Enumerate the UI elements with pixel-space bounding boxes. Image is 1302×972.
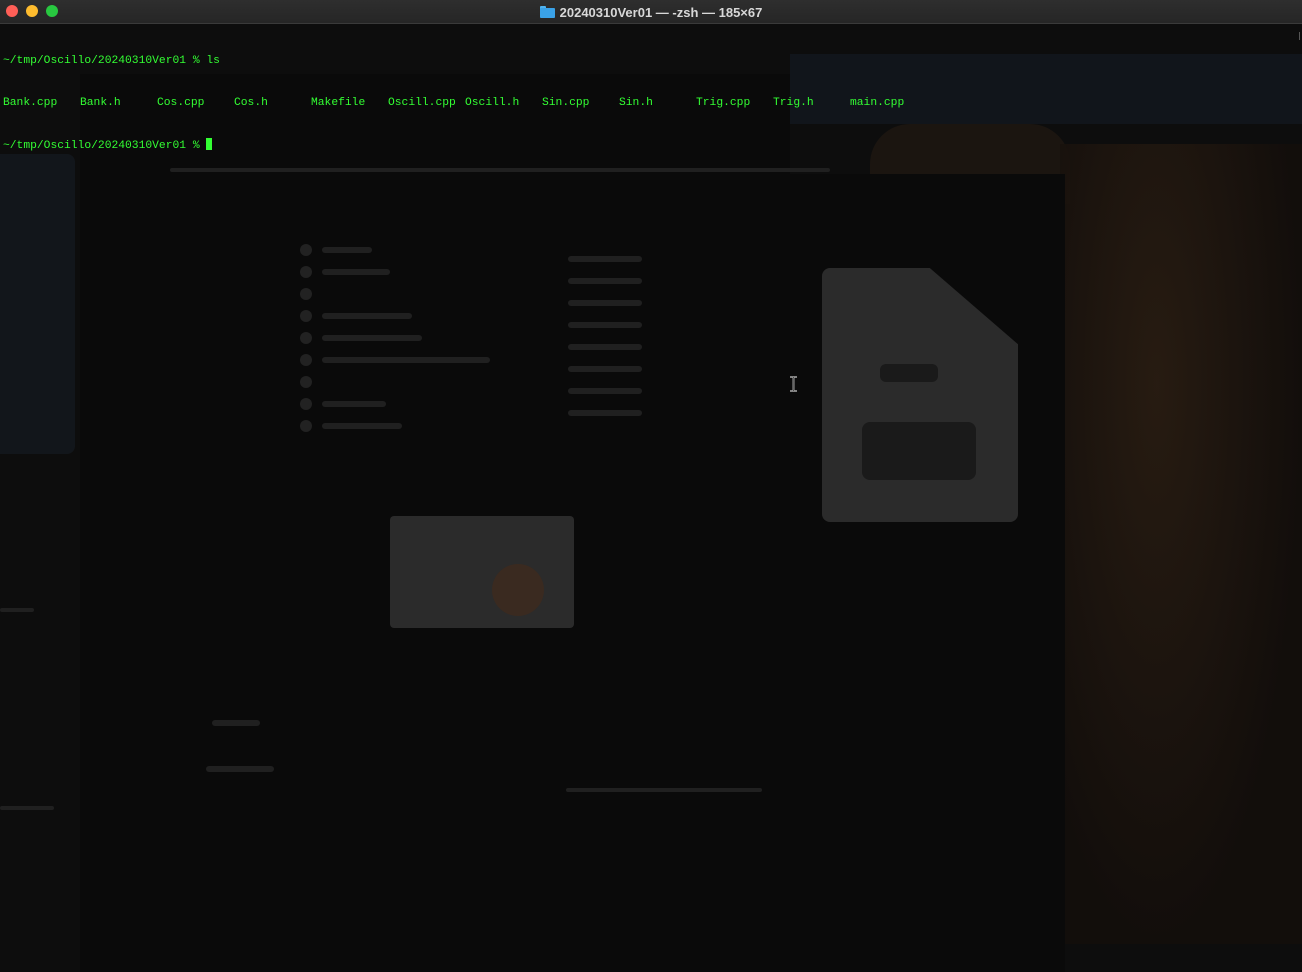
- background-bullet: [300, 376, 312, 388]
- file-name: Oscill.cpp: [388, 97, 456, 109]
- background-bullet: [300, 398, 312, 410]
- background-text-line: [206, 766, 274, 772]
- background-bullet: [300, 310, 312, 322]
- background-bullet: [300, 354, 312, 366]
- background-text-line: [566, 788, 762, 792]
- background-text-line: [568, 366, 642, 372]
- terminal-output[interactable]: ~/tmp/Oscillo/20240310Ver01 % ls Bank.cp…: [3, 26, 904, 180]
- prompt: ~/tmp/Oscillo/20240310Ver01 %: [3, 55, 200, 67]
- wallpaper-sky: [790, 54, 1302, 124]
- ls-output: Bank.cpp Bank.h Cos.cpp Cos.h Makefile O…: [3, 96, 904, 110]
- title-bar[interactable]: 20240310Ver01 — -zsh — 185×67: [0, 0, 1302, 24]
- background-bullet: [300, 332, 312, 344]
- background-text-line: [0, 608, 34, 612]
- file-name: Bank.h: [80, 97, 121, 109]
- ibeam-cursor-icon: [790, 376, 797, 392]
- text-cursor: [206, 138, 213, 150]
- file-name: Sin.cpp: [542, 97, 590, 109]
- background-text-line: [322, 423, 402, 429]
- background-text-line: [568, 300, 642, 306]
- background-text-line: [568, 410, 642, 416]
- window-title: 20240310Ver01 — -zsh — 185×67: [559, 4, 763, 20]
- command-line: ~/tmp/Oscillo/20240310Ver01 % ls: [3, 54, 220, 68]
- background-text-line: [0, 806, 54, 810]
- background-box: [390, 516, 574, 628]
- background-text-line: [568, 256, 642, 262]
- file-name: Sin.h: [619, 97, 653, 109]
- file-name: Cos.h: [234, 97, 268, 109]
- background-text-line: [322, 313, 412, 319]
- folder-icon: [539, 6, 555, 18]
- file-name: Bank.cpp: [3, 97, 58, 109]
- background-text-line: [568, 344, 642, 350]
- background-text-line: [568, 388, 642, 394]
- background-text-line: [568, 322, 642, 328]
- file-name: main.cpp: [850, 97, 905, 109]
- file-name: Trig.cpp: [696, 97, 751, 109]
- background-text-line: [322, 247, 372, 253]
- background-text-line: [322, 401, 386, 407]
- command: ls: [206, 55, 220, 67]
- file-name: Cos.cpp: [157, 97, 205, 109]
- background-circle: [492, 564, 544, 616]
- background-text-line: [322, 335, 422, 341]
- background-bullet: [300, 288, 312, 300]
- background-card-slot: [880, 364, 938, 382]
- background-text-line: [568, 278, 642, 284]
- background-divider: [170, 168, 830, 172]
- background-text-line: [322, 269, 390, 275]
- terminal-window: 20240310Ver01 — -zsh — 185×67 ~/tmp/Osci…: [0, 0, 1302, 972]
- background-bullet: [300, 420, 312, 432]
- background-bullet: [300, 244, 312, 256]
- background-card-chip: [862, 422, 976, 480]
- file-name: Makefile: [311, 97, 366, 109]
- wallpaper-rock: [1060, 144, 1302, 944]
- background-text-line: [322, 357, 490, 363]
- file-name: Trig.h: [773, 97, 814, 109]
- background-bullet: [300, 266, 312, 278]
- file-name: Oscill.h: [465, 97, 520, 109]
- window-title-area: 20240310Ver01 — -zsh — 185×67: [0, 0, 1302, 24]
- background-text-line: [212, 720, 260, 726]
- scroll-indicator[interactable]: [1299, 32, 1300, 40]
- terminal-content[interactable]: ~/tmp/Oscillo/20240310Ver01 % ls Bank.cp…: [0, 24, 1302, 972]
